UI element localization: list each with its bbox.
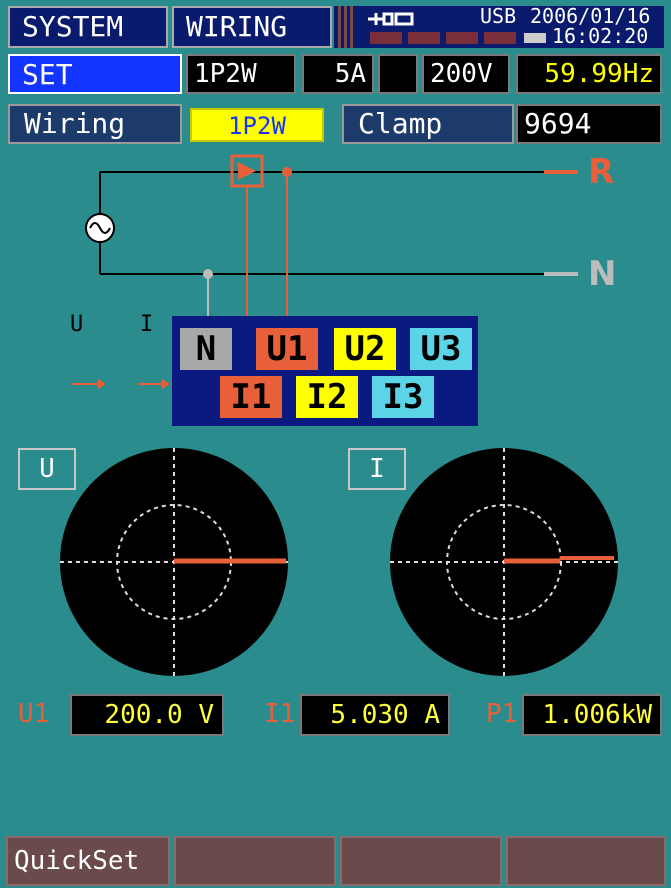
i-arrow-icon	[162, 379, 170, 389]
battery-block-1	[370, 32, 402, 44]
terminal-n: N	[180, 328, 232, 370]
terminal-i1: I1	[220, 376, 282, 418]
wiring-label: Wiring	[8, 104, 182, 144]
voltage-vector-plot	[60, 448, 288, 676]
status-bar: USB 2006/01/16 16:02:20	[334, 4, 664, 48]
battery-block-2	[408, 32, 440, 44]
terminal-u1: U1	[256, 328, 318, 370]
u-arrow-icon	[98, 379, 106, 389]
power-plug-icon	[368, 12, 414, 26]
i1-measure-value: 5.030 A	[300, 694, 450, 736]
wiring-status: 1P2W	[186, 54, 296, 94]
p1-measure-label: P1	[486, 699, 518, 729]
voltage-column-label: U	[70, 312, 84, 337]
usb-label: USB	[480, 4, 517, 28]
time-display: 16:02:20	[552, 24, 649, 48]
terminal-i3: I3	[372, 376, 434, 418]
function-key-3[interactable]	[340, 836, 502, 886]
tab-system[interactable]: SYSTEM	[8, 6, 168, 48]
clamp-value[interactable]: 9694	[516, 104, 662, 144]
current-vector-plot	[390, 448, 618, 676]
voltage-range: 200V	[422, 54, 510, 94]
clamp-label: Clamp	[342, 104, 514, 144]
function-key-2[interactable]	[174, 836, 336, 886]
current-range: 5A	[302, 54, 374, 94]
terminal-u2: U2	[334, 328, 396, 370]
clamp-arrow-icon	[238, 162, 256, 180]
usb-indicator-icon	[524, 33, 546, 43]
tab-wiring[interactable]: WIRING	[172, 6, 332, 48]
function-key-4[interactable]	[506, 836, 666, 886]
terminal-i2: I2	[296, 376, 358, 418]
battery-block-3	[446, 32, 478, 44]
u1-measure-label: U1	[18, 699, 50, 729]
line-n-label: N	[588, 254, 617, 294]
grip-decoration	[338, 6, 356, 48]
set-mode-indicator[interactable]: SET	[8, 54, 182, 94]
wiring-select[interactable]: 1P2W	[190, 108, 324, 142]
terminal-block: N U1 U2 U3 I1 I2 I3	[172, 316, 478, 426]
battery-block-4	[484, 32, 516, 44]
current-column-label: I	[140, 312, 154, 337]
p1-measure-value: 1.006kW	[522, 694, 662, 736]
frequency-display: 59.99Hz	[516, 54, 662, 94]
terminal-u3: U3	[410, 328, 472, 370]
u1-measure-value: 200.0 V	[70, 694, 224, 736]
i1-measure-label: I1	[264, 699, 296, 729]
instrument-screen: SYSTEM WIRING USB 2006/01/16 16:02:20 SE…	[0, 0, 671, 888]
quickset-button[interactable]: QuickSet	[6, 836, 170, 886]
line-r-label: R	[588, 152, 615, 192]
blank-status-cell	[378, 54, 418, 94]
